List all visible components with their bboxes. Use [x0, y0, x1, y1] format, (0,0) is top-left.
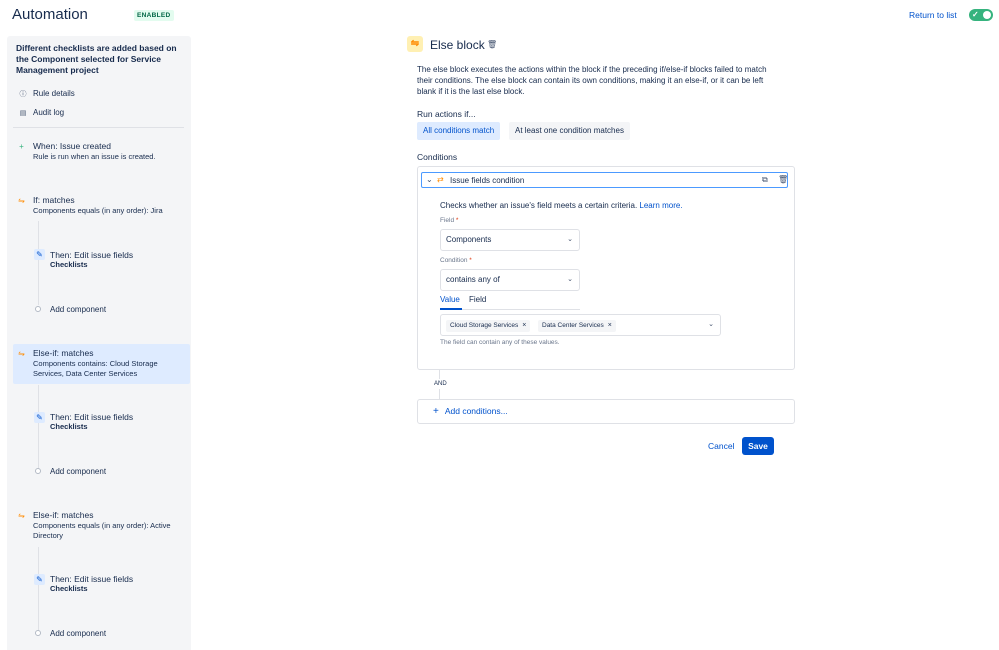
else-if-block-step[interactable]: Else-if: matches Components equals (in a…	[33, 510, 183, 541]
tab-field[interactable]: Field	[469, 295, 486, 304]
chip-label: Data Center Services	[542, 322, 604, 329]
field-select[interactable]: Components ⌄	[440, 229, 580, 251]
if-block-desc: Components equals (in any order): Jira	[33, 206, 163, 215]
rule-details-label: Rule details	[33, 89, 75, 98]
rule-enabled-toggle[interactable]: ✓	[969, 9, 993, 21]
trigger-step[interactable]: When: Issue created Rule is run when an …	[33, 141, 156, 162]
and-label: AND	[432, 379, 449, 389]
status-badge: ENABLED	[134, 10, 174, 21]
branch-line	[38, 385, 39, 469]
trigger-title: When: Issue created	[33, 141, 111, 151]
save-button[interactable]: Save	[742, 437, 774, 455]
run-actions-label: Run actions if...	[417, 109, 476, 119]
branch-icon: ⇋	[18, 511, 25, 520]
conditions-label: Conditions	[417, 152, 458, 162]
rule-sidebar: Different checklists are added based on …	[7, 36, 191, 650]
plus-icon: +	[19, 142, 24, 151]
all-conditions-option[interactable]: All conditions match	[417, 122, 501, 140]
condition-select[interactable]: contains any of ⌄	[440, 269, 580, 291]
audit-log-link[interactable]: ▤ Audit log	[19, 108, 64, 117]
copy-icon[interactable]: ⧉	[762, 175, 768, 185]
add-dot	[35, 468, 41, 474]
sidebar-divider	[13, 127, 184, 128]
if-block-step[interactable]: If: matches Components equals (in any or…	[33, 195, 163, 216]
else-if-title: Else-if: matches	[33, 348, 94, 358]
chevron-down-icon: ⌄	[567, 276, 573, 283]
then-sub: Checklists	[50, 422, 88, 431]
condition-header[interactable]: ⌄ ⇄ Issue fields condition ⧉ 🗑	[421, 172, 788, 188]
then-step[interactable]: Then: Edit issue fields Checklists	[50, 574, 133, 593]
else-block-title: Else block	[430, 38, 485, 52]
field-select-value: Components	[446, 235, 492, 244]
checks-text: Checks whether an issue's field meets a …	[440, 201, 638, 210]
values-help-text: The field can contain any of these value…	[440, 339, 560, 346]
condition-help-text: Checks whether an issue's field meets a …	[440, 201, 683, 210]
value-chip: Data Center Services ×	[538, 320, 616, 332]
chip-label: Cloud Storage Services	[450, 322, 519, 329]
if-block-title: If: matches	[33, 195, 75, 205]
then-title: Then: Edit issue fields	[50, 250, 134, 260]
value-field-tabs: Value Field	[440, 295, 580, 310]
chevron-down-icon: ⌄	[567, 236, 573, 243]
add-conditions-button[interactable]: + Add conditions...	[417, 399, 795, 424]
rule-title: Different checklists are added based on …	[16, 43, 177, 75]
then-title: Then: Edit issue fields	[50, 574, 134, 584]
field-label: Field *	[440, 217, 459, 224]
branch-line	[38, 547, 39, 631]
add-component-link[interactable]: Add component	[50, 467, 106, 476]
trash-icon[interactable]: 🗑	[487, 40, 497, 49]
check-icon: ✓	[972, 10, 979, 19]
info-icon: ⓘ	[19, 90, 27, 98]
pencil-icon: ✎	[34, 412, 45, 423]
then-step[interactable]: Then: Edit issue fields Checklists	[50, 250, 133, 269]
pencil-icon: ✎	[34, 249, 45, 260]
document-icon: ▤	[19, 109, 27, 117]
any-condition-option[interactable]: At least one condition matches	[509, 122, 630, 140]
learn-more-link[interactable]: Learn more.	[639, 201, 682, 210]
toggle-knob	[983, 11, 991, 19]
chevron-down-icon[interactable]: ⌄	[426, 175, 433, 184]
condition-select-value: contains any of	[446, 275, 500, 284]
condition-title: Issue fields condition	[450, 176, 525, 185]
return-to-list-link[interactable]: Return to list	[909, 10, 957, 20]
plus-icon: +	[433, 406, 439, 417]
pencil-icon: ✎	[34, 574, 45, 585]
else-if-desc: Components equals (in any order): Active…	[33, 521, 171, 540]
then-title: Then: Edit issue fields	[50, 412, 134, 422]
add-dot	[35, 306, 41, 312]
then-sub: Checklists	[50, 584, 88, 593]
add-component-link[interactable]: Add component	[50, 305, 106, 314]
page-title: Automation	[12, 6, 88, 23]
else-if-title: Else-if: matches	[33, 510, 94, 520]
trigger-desc: Rule is run when an issue is created.	[33, 152, 156, 161]
then-sub: Checklists	[50, 260, 88, 269]
add-conditions-label: Add conditions...	[444, 406, 508, 416]
chevron-down-icon[interactable]: ⌄	[708, 320, 714, 328]
tab-value[interactable]: Value	[440, 295, 460, 304]
shuffle-icon: ⇄	[437, 175, 444, 184]
active-tab-indicator	[440, 308, 462, 310]
else-if-block-step[interactable]: Else-if: matches Components contains: Cl…	[33, 348, 183, 379]
cancel-button[interactable]: Cancel	[708, 441, 734, 451]
rule-details-link[interactable]: ⓘ Rule details	[19, 89, 75, 98]
add-component-link[interactable]: Add component	[50, 629, 106, 638]
condition-label: Condition *	[440, 257, 472, 264]
else-block-description: The else block executes the actions with…	[417, 65, 767, 96]
then-step[interactable]: Then: Edit issue fields Checklists	[50, 412, 133, 431]
branch-line	[38, 221, 39, 305]
else-if-desc: Components contains: Cloud Storage Servi…	[33, 359, 158, 378]
value-chip: Cloud Storage Services ×	[446, 320, 531, 332]
close-icon[interactable]: ×	[608, 322, 612, 329]
branch-icon: ⇋	[407, 36, 423, 52]
trash-icon[interactable]: 🗑	[778, 175, 788, 184]
add-dot	[35, 630, 41, 636]
values-multiselect[interactable]: Cloud Storage Services × Data Center Serv…	[440, 314, 721, 336]
close-icon[interactable]: ×	[522, 322, 526, 329]
audit-log-label: Audit log	[33, 108, 65, 117]
branch-icon: ⇋	[18, 196, 25, 205]
branch-icon: ⇋	[18, 349, 25, 358]
